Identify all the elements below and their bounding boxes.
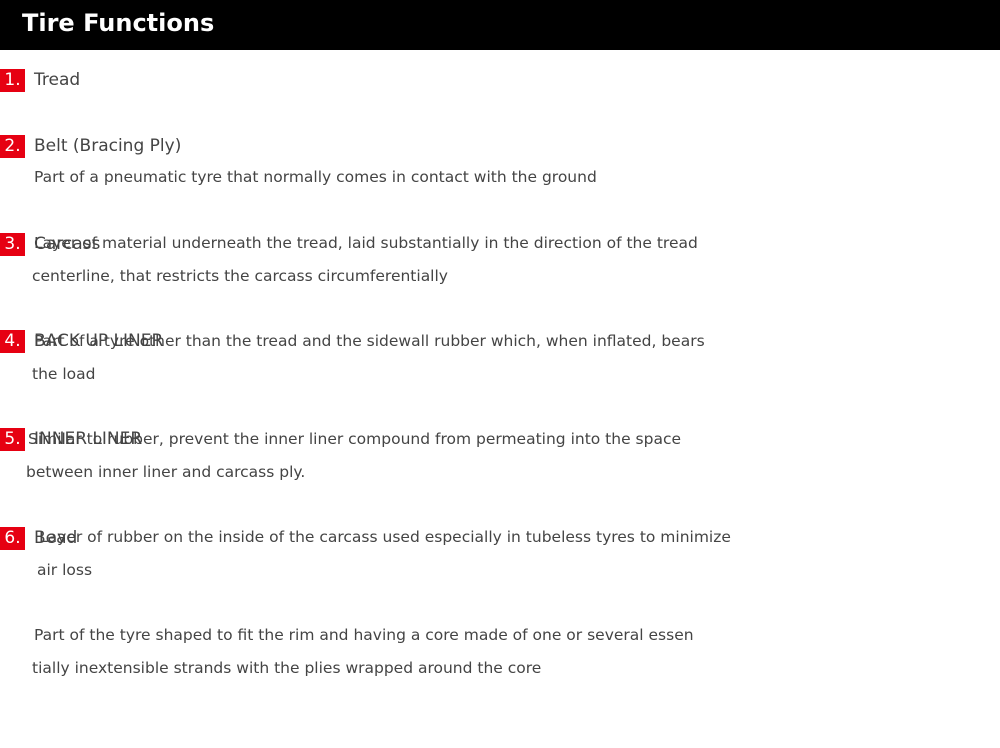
item-number-badge: 6.	[0, 527, 25, 550]
item-title: Tread	[34, 70, 81, 90]
item-title: Bead	[34, 528, 78, 548]
item-number-badge: 5.	[0, 428, 25, 451]
description-line: tially inextensible strands with the pli…	[32, 659, 542, 677]
item-title: INNER LINER	[34, 429, 143, 449]
item-description: tially inextensible strands with the pli…	[32, 588, 541, 748]
item-number-badge: 1.	[0, 69, 25, 92]
tire-function-list: 1. Tread Part of a pneumatic tyre that n…	[0, 0, 1000, 690]
item-number-badge: 2.	[0, 135, 25, 158]
item-title: Belt (Bracing Ply)	[34, 136, 182, 156]
item-title: Carcass	[34, 234, 101, 254]
item-number-badge: 4.	[0, 330, 25, 353]
item-title: BACK UP LINER	[34, 331, 164, 351]
item-number-badge: 3.	[0, 233, 25, 256]
description-line: Layer of rubber on the inside of the car…	[39, 528, 731, 546]
